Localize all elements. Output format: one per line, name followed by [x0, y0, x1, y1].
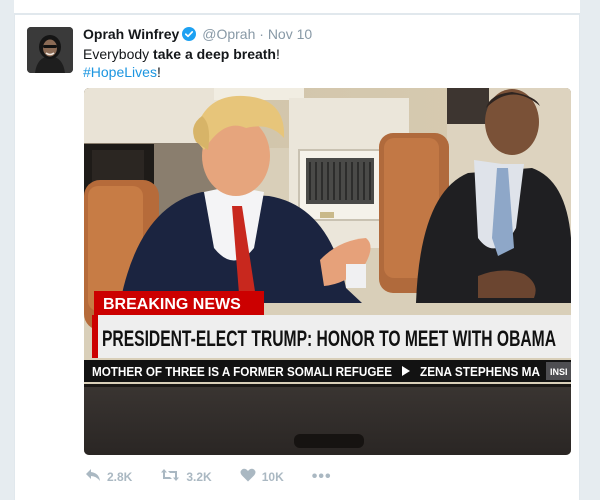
previous-tweet-edge [14, 0, 580, 14]
like-count: 10K [261, 470, 284, 484]
heart-icon [240, 468, 256, 487]
reply-count: 2.8K [107, 470, 133, 484]
breaking-news-label: BREAKING NEWS [103, 296, 241, 313]
tweet-media[interactable]: BREAKING NEWS PRESIDENT-ELECT TRUMP: HON… [84, 88, 571, 455]
reply-icon [85, 468, 101, 487]
tweet-text-bold: take a deep breath [153, 46, 276, 62]
ticker-right-text: ZENA STEPHENS MA [420, 364, 541, 379]
retweet-count: 3.2K [186, 470, 212, 484]
header-separator: · [259, 26, 264, 42]
tweet-card[interactable]: Oprah Winfrey @Oprah · Nov 10 Everybody … [14, 14, 580, 500]
retweet-button[interactable]: 3.2K [160, 468, 212, 487]
avatar-photo [27, 27, 73, 73]
hashtag-link[interactable]: #HopeLives [83, 64, 157, 80]
author-name[interactable]: Oprah Winfrey [83, 26, 179, 42]
tweet-text: Everybody take a deep breath! #HopeLives… [83, 45, 280, 81]
ticker-tag: INSI [550, 367, 568, 377]
tweet-header: Oprah Winfrey @Oprah · Nov 10 [83, 25, 312, 45]
ticker-left-text: MOTHER OF THREE IS A FORMER SOMALI REFUG… [92, 364, 392, 379]
headline-text: PRESIDENT-ELECT TRUMP: HONOR TO MEET WIT… [102, 326, 556, 351]
retweet-icon [160, 468, 180, 487]
tweet-text-lead: Everybody [83, 46, 154, 62]
avatar[interactable] [27, 27, 73, 73]
verified-badge-icon [182, 27, 197, 45]
like-button[interactable]: 10K [240, 468, 284, 487]
tweet-actions: 2.8K 3.2K 10K ••• [85, 467, 360, 487]
media-photo: BREAKING NEWS PRESIDENT-ELECT TRUMP: HON… [84, 88, 571, 455]
hashtag-tail: ! [156, 64, 161, 80]
tweet-date[interactable]: Nov 10 [268, 26, 312, 42]
more-button[interactable]: ••• [312, 468, 332, 486]
more-icon: ••• [311, 468, 332, 485]
tweet-text-tail: ! [275, 46, 280, 62]
reply-button[interactable]: 2.8K [85, 468, 132, 487]
author-handle[interactable]: @Oprah [202, 26, 255, 42]
